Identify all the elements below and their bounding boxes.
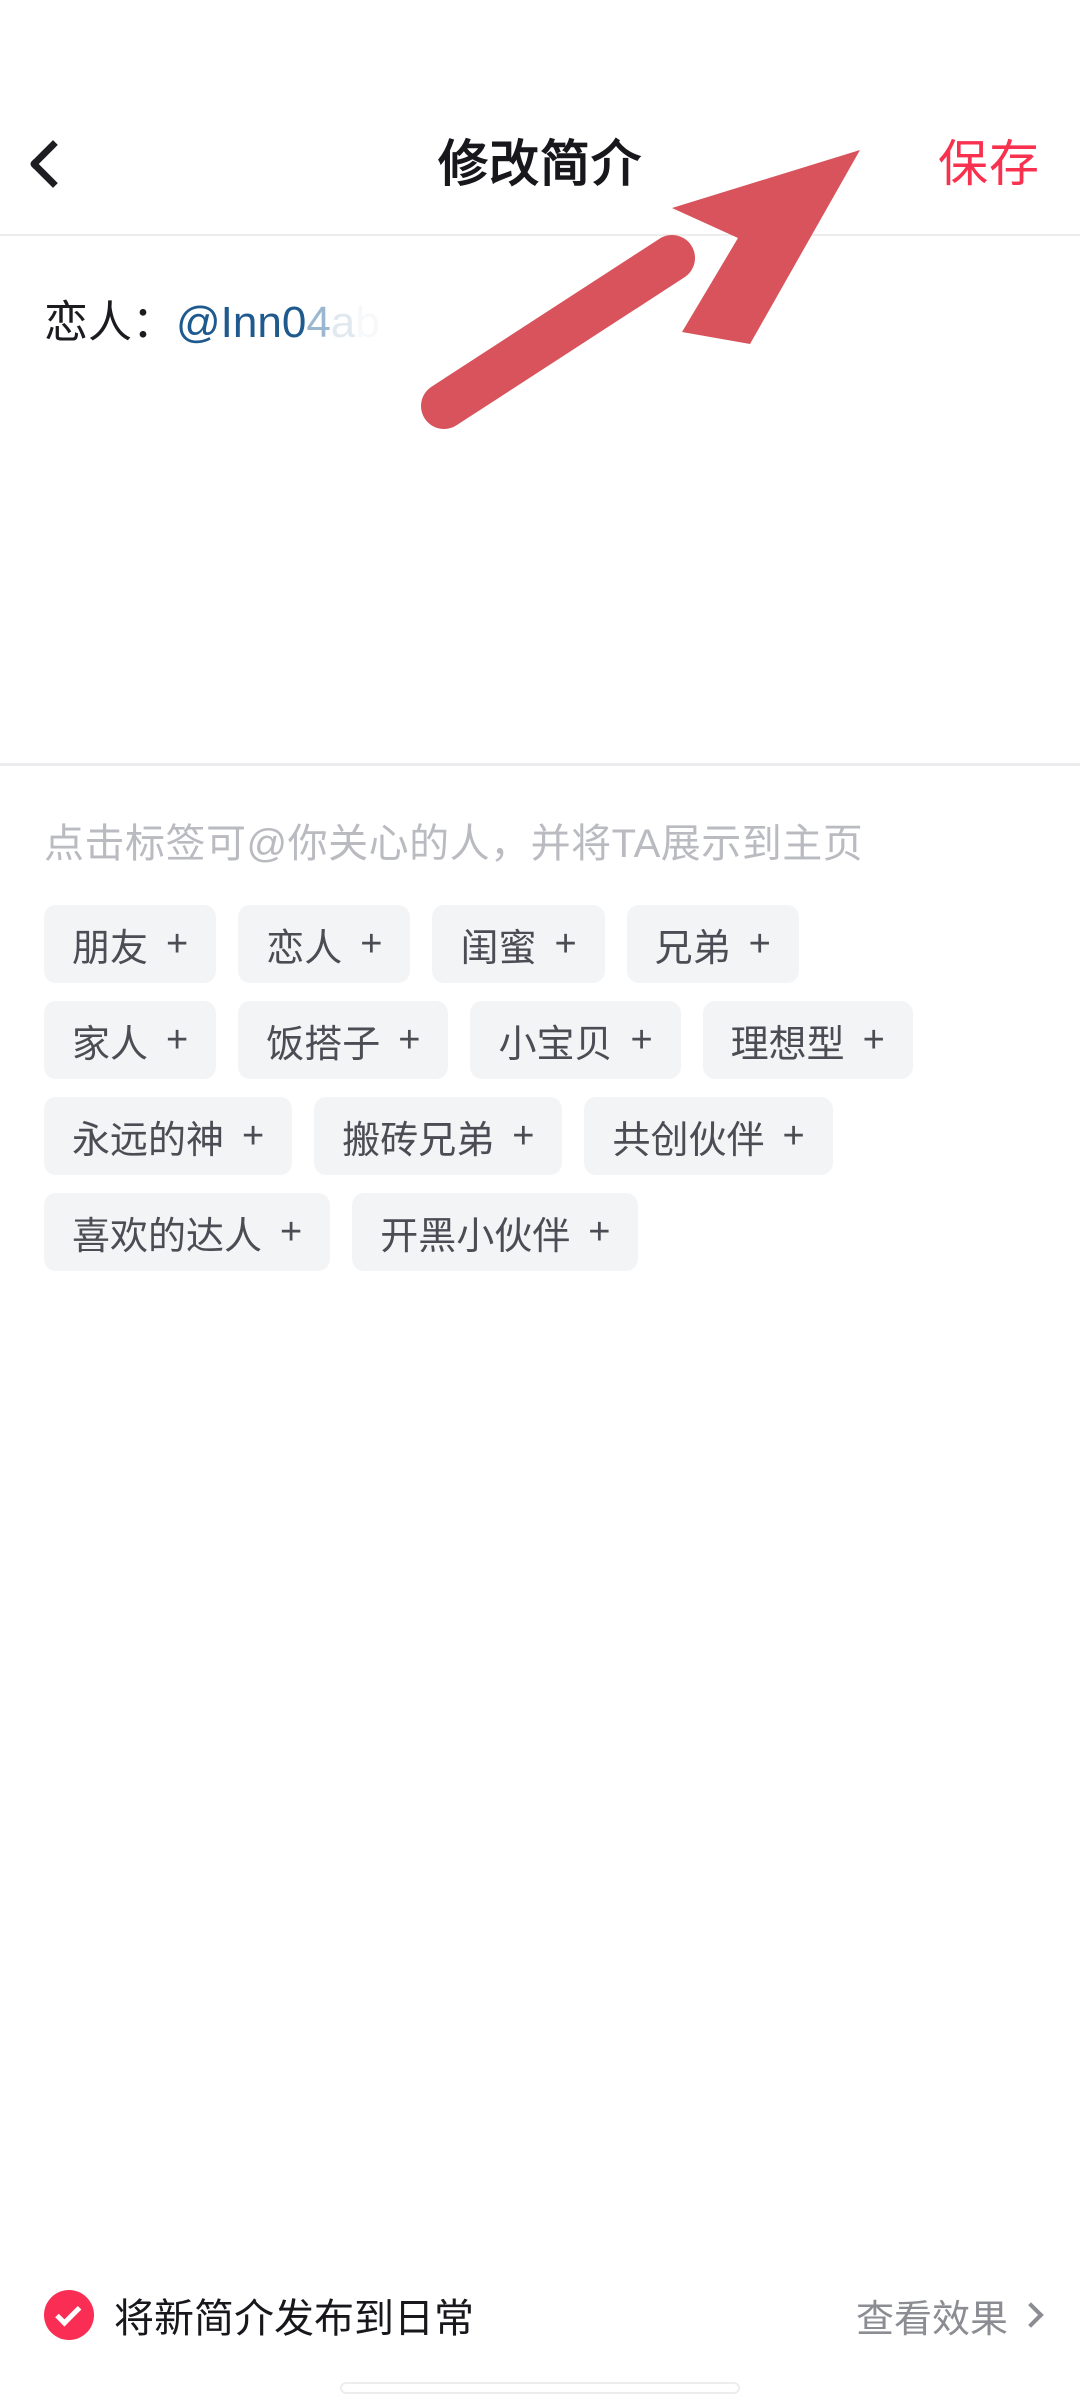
tag-pill[interactable]: 家人 + (44, 1001, 217, 1079)
publish-checkbox-label: 将新简介发布到日常 (114, 2297, 474, 2341)
plus-icon: + (360, 923, 383, 965)
tag-pill[interactable]: 喜欢的达人 + (44, 1193, 331, 1271)
tag-pill[interactable]: 饭搭子 + (238, 1001, 449, 1079)
tag-row: 永远的神 + 搬砖兄弟 + 共创伙伴 + (44, 1097, 1036, 1175)
plus-icon: + (588, 1211, 611, 1253)
plus-icon: + (630, 1019, 653, 1061)
tag-pill[interactable]: 共创伙伴 + (584, 1097, 833, 1175)
tag-pill-label: 喜欢的达人 (72, 1215, 263, 1258)
tag-pill-label: 家人 (72, 1023, 149, 1066)
bio-mention[interactable]: @Inn04ab (176, 298, 380, 347)
tag-row: 喜欢的达人 + 开黑小伙伴 + (44, 1193, 1036, 1271)
tag-row: 家人 + 饭搭子 + 小宝贝 + 理想型 + (44, 1001, 1036, 1079)
plus-icon: + (748, 923, 771, 965)
bio-divider (0, 763, 1080, 766)
bio-editor[interactable]: 恋人：@Inn04ab (0, 236, 1080, 766)
tag-pill[interactable]: 闺蜜 + (432, 905, 605, 983)
save-button[interactable]: 保存 (938, 124, 1040, 196)
tag-pill[interactable]: 朋友 + (44, 905, 217, 983)
tag-pill-label: 闺蜜 (460, 927, 537, 970)
tag-pill-label: 永远的神 (72, 1119, 225, 1162)
tag-pill-label: 恋人 (266, 927, 343, 970)
preview-effect-button[interactable]: 查看效果 (855, 2288, 1044, 2343)
screen-root: 修改简介 保存 恋人：@Inn04ab 点击标签可@你关心的人，并将TA展示到主… (0, 0, 1080, 2408)
plus-icon: + (512, 1115, 535, 1157)
plus-icon: + (242, 1115, 265, 1157)
bio-mention-fade-3: b (355, 298, 380, 347)
tag-pill-label: 搬砖兄弟 (342, 1119, 495, 1162)
tag-pill[interactable]: 永远的神 + (44, 1097, 293, 1175)
plus-icon: + (166, 1019, 189, 1061)
plus-icon: + (862, 1019, 885, 1061)
tag-pill[interactable]: 理想型 + (702, 1001, 913, 1079)
bottom-action-bar: 将新简介发布到日常 查看效果 (0, 2258, 1080, 2408)
plus-icon: + (398, 1019, 421, 1061)
tag-list: 朋友 + 恋人 + 闺蜜 + 兄弟 + 家人 + 饭搭子 + 小宝贝 + 理想型 + 永远的神 + 搬砖兄弟 + 共创伙… (0, 905, 1080, 1271)
page-title: 修改简介 (438, 136, 642, 192)
bio-mention-visible: @Inn0 (176, 298, 307, 347)
publish-checkbox[interactable] (44, 2290, 94, 2340)
bio-mention-fade-1: 4 (306, 298, 331, 347)
check-icon (55, 2299, 82, 2326)
plus-icon: + (554, 923, 577, 965)
plus-icon: + (166, 923, 189, 965)
tag-pill-label: 开黑小伙伴 (380, 1215, 571, 1258)
tag-picker-section: 点击标签可@你关心的人，并将TA展示到主页 朋友 + 恋人 + 闺蜜 + 兄弟 + 家人 + 饭搭子… (0, 769, 1080, 1289)
tag-pill[interactable]: 开黑小伙伴 + (352, 1193, 639, 1271)
tag-pill-label: 朋友 (72, 927, 149, 970)
tag-pill-label: 小宝贝 (498, 1023, 613, 1066)
tag-pill-label: 饭搭子 (266, 1023, 381, 1066)
publish-toggle-row[interactable]: 将新简介发布到日常 (44, 2286, 474, 2344)
bio-prefix-label: 恋人： (44, 298, 176, 347)
home-indicator (340, 2382, 740, 2394)
bio-text-value[interactable]: 恋人：@Inn04ab (44, 292, 380, 354)
tag-pill[interactable]: 恋人 + (238, 905, 411, 983)
bio-mention-fade-2: a (330, 298, 356, 347)
tag-pill-label: 理想型 (730, 1023, 845, 1066)
tag-pill[interactable]: 兄弟 + (626, 905, 799, 983)
tag-pill[interactable]: 小宝贝 + (470, 1001, 681, 1079)
tag-pill-label: 兄弟 (654, 927, 731, 970)
tag-pill[interactable]: 搬砖兄弟 + (314, 1097, 563, 1175)
tag-picker-hint: 点击标签可@你关心的人，并将TA展示到主页 (44, 822, 864, 866)
tag-pill-label: 共创伙伴 (612, 1119, 765, 1162)
preview-effect-label: 查看效果 (855, 2298, 1008, 2341)
app-header: 修改简介 保存 (0, 0, 1080, 236)
plus-icon: + (782, 1115, 805, 1157)
plus-icon: + (280, 1211, 303, 1253)
chevron-right-icon (1018, 2302, 1044, 2328)
tag-row: 朋友 + 恋人 + 闺蜜 + 兄弟 + (44, 905, 1036, 983)
